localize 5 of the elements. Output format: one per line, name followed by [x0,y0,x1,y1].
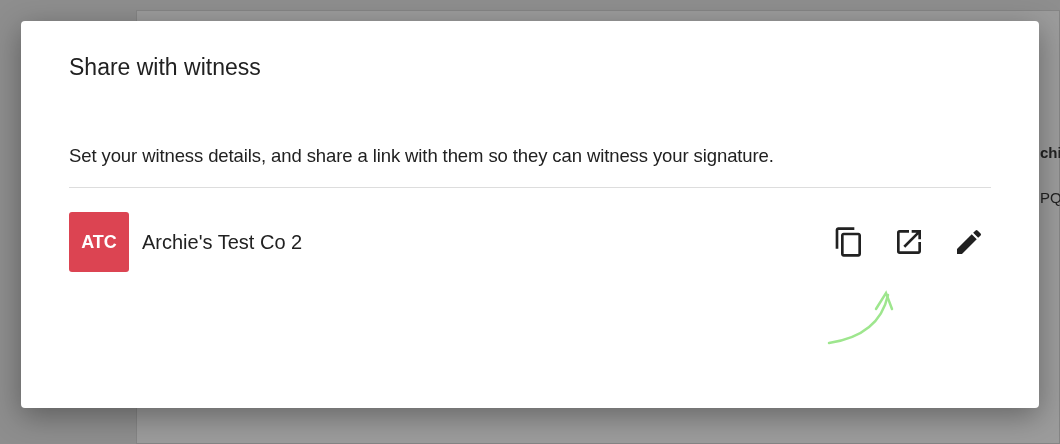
description-text: Set your witness details, and share a link with them so they can witness your signature. [69,145,774,167]
dialog-title: Share with witness [69,54,261,81]
background-text: chi [1040,144,1060,161]
avatar-initials: ATC [69,212,129,272]
witness-name: Archie's Test Co 2 [142,230,303,254]
